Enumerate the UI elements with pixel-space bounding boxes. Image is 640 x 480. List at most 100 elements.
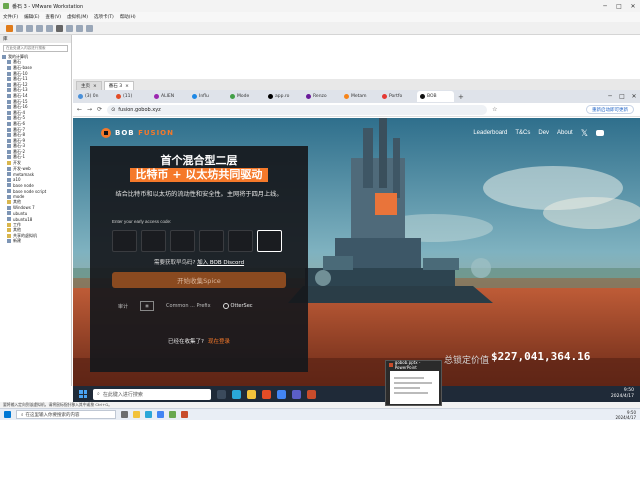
login-link[interactable]: 现在登录 <box>208 339 230 345</box>
popup-title-text: gobob.pptx - PowerPoint <box>394 360 421 370</box>
nav-tcs[interactable]: T&Cs <box>515 130 530 136</box>
stretch-icon[interactable] <box>86 24 93 32</box>
access-code-inputs <box>112 230 282 252</box>
start-collecting-button[interactable]: 开始收集Spice <box>112 272 286 288</box>
menu-view[interactable]: 查看(V) <box>45 14 61 20</box>
maximize-icon[interactable]: □ <box>616 91 628 102</box>
minimize-icon[interactable]: ─ <box>604 91 616 102</box>
powerpoint-preview-popup[interactable]: gobob.pptx - PowerPoint <box>385 360 442 406</box>
discord-icon[interactable] <box>596 130 604 136</box>
windows-start-icon[interactable] <box>79 390 87 398</box>
library-tree: 我的计算机 番石 番石-base 番石-10 番石-11 番石-12 番石-13 番石-14 番… <box>0 54 71 244</box>
browser-tab[interactable]: Renzo <box>303 91 340 102</box>
url-field[interactable]: ⊙ fusion.gobob.xyz <box>107 104 488 115</box>
browser-tab[interactable]: Portfo <box>379 91 416 102</box>
nav-about[interactable]: About <box>557 130 573 136</box>
vmware-icon[interactable] <box>169 411 176 418</box>
close-icon[interactable]: ✕ <box>626 0 640 12</box>
close-icon[interactable]: × <box>93 84 97 89</box>
vm-taskbar-search[interactable]: ⌕ 在此键入进行搜索 <box>93 388 211 400</box>
audit-partner-2: OtterSec <box>230 303 253 309</box>
powerpoint-icon[interactable] <box>181 411 188 418</box>
vm-icon <box>7 161 11 166</box>
browser-tab[interactable]: Metam <box>341 91 378 102</box>
close-icon[interactable]: ✕ <box>628 91 640 102</box>
bob-logo-icon[interactable] <box>101 128 111 138</box>
chrome-icon[interactable] <box>157 411 164 418</box>
code-digit-5[interactable] <box>228 230 253 252</box>
favicon-icon <box>192 94 197 99</box>
menu-file[interactable]: 文件(F) <box>3 14 18 20</box>
fullscreen-icon[interactable] <box>56 24 63 32</box>
menu-vm[interactable]: 虚拟机(M) <box>67 14 88 20</box>
star-icon[interactable]: ☆ <box>492 106 497 113</box>
vm-icon <box>7 133 11 138</box>
file-explorer-icon[interactable] <box>133 411 140 418</box>
menu-edit[interactable]: 编辑(E) <box>24 14 39 20</box>
menu-help[interactable]: 帮助(H) <box>120 14 136 20</box>
back-icon[interactable]: ← <box>77 106 82 113</box>
console-view-icon[interactable] <box>76 24 83 32</box>
edge-icon[interactable] <box>145 411 152 418</box>
code-digit-2[interactable] <box>141 230 166 252</box>
vm-library-panel: 库 在此处键入内容进行搜索 我的计算机 番石 番石-base 番石-10 番石-11 番石… <box>0 35 72 386</box>
snapshot-icon[interactable] <box>26 24 33 32</box>
update-button[interactable]: 重新启动即可更新 <box>586 105 634 114</box>
firefox-icon[interactable] <box>262 389 271 399</box>
task-view-icon[interactable] <box>217 389 226 399</box>
library-item-label: metamask <box>13 171 35 177</box>
host-taskbar-search[interactable]: ⌕ 在这里输入你要搜索的内容 <box>16 410 116 419</box>
vm-icon <box>7 88 11 93</box>
send-keys-icon[interactable] <box>16 24 23 32</box>
forward-icon[interactable]: → <box>87 106 92 113</box>
browser-tab[interactable]: app.ro <box>265 91 302 102</box>
site-brand[interactable]: BOB FUSION <box>115 129 174 137</box>
browser-tab[interactable]: Influ <box>189 91 226 102</box>
browser-tab[interactable]: (3) 0n <box>75 91 112 102</box>
site-info-icon[interactable]: ⊙ <box>111 107 115 113</box>
file-explorer-icon[interactable] <box>247 389 256 399</box>
code-digit-6[interactable] <box>257 230 282 252</box>
site-nav-links: Leaderboard T&Cs Dev About 𝕏 <box>473 118 604 148</box>
vm-icon <box>7 99 11 104</box>
vm-tab-current[interactable]: 番石 3 × <box>103 81 134 90</box>
unity-icon[interactable] <box>66 24 73 32</box>
new-tab-icon[interactable]: + <box>455 93 467 101</box>
x-twitter-icon[interactable]: 𝕏 <box>581 128 588 139</box>
reload-icon[interactable]: ⟳ <box>97 106 102 113</box>
revert-icon[interactable] <box>36 24 43 32</box>
manage-snapshots-icon[interactable] <box>46 24 53 32</box>
code-digit-3[interactable] <box>170 230 195 252</box>
browser-tab-label: ALIEN <box>161 94 175 99</box>
favicon-icon <box>382 94 387 99</box>
code-digit-1[interactable] <box>112 230 137 252</box>
powerpoint-icon[interactable] <box>307 389 316 399</box>
pause-icon[interactable] <box>6 24 13 32</box>
nav-dev[interactable]: Dev <box>538 130 549 136</box>
app-icon[interactable] <box>292 389 301 399</box>
browser-tab[interactable]: (11) <box>113 91 150 102</box>
vm-date: 2024/4/17 <box>610 394 634 399</box>
browser-tab[interactable]: BOB <box>417 91 454 102</box>
library-search-input[interactable]: 在此处键入内容进行搜索 <box>3 45 68 52</box>
library-item[interactable]: 新建 <box>0 238 71 245</box>
browser-tab[interactable]: Mode <box>227 91 264 102</box>
maximize-icon[interactable]: □ <box>612 0 626 12</box>
favicon-icon <box>78 94 83 99</box>
browser-tab[interactable]: ALIEN <box>151 91 188 102</box>
browser-window: (3) 0n (11) ALIEN Influ Mode app.ro Renzo Metam… <box>73 90 640 386</box>
code-digit-4[interactable] <box>199 230 224 252</box>
task-view-icon[interactable] <box>121 411 128 418</box>
tvl-label: 总锁定价值 <box>444 356 490 366</box>
menu-tabs[interactable]: 选项卡(T) <box>94 14 114 20</box>
minimize-icon[interactable]: ─ <box>598 0 612 12</box>
join-discord-link[interactable]: 加入 BOB Discord <box>197 260 244 266</box>
nav-leaderboard[interactable]: Leaderboard <box>473 130 507 136</box>
library-item-label: Windows 7 <box>13 205 35 211</box>
close-icon[interactable]: × <box>125 84 129 89</box>
chrome-icon[interactable] <box>277 389 286 399</box>
vm-tab-home[interactable]: 主页 × <box>76 81 102 90</box>
edge-icon[interactable] <box>232 389 241 399</box>
windows-start-icon[interactable] <box>4 411 11 418</box>
favicon-icon <box>230 94 235 99</box>
